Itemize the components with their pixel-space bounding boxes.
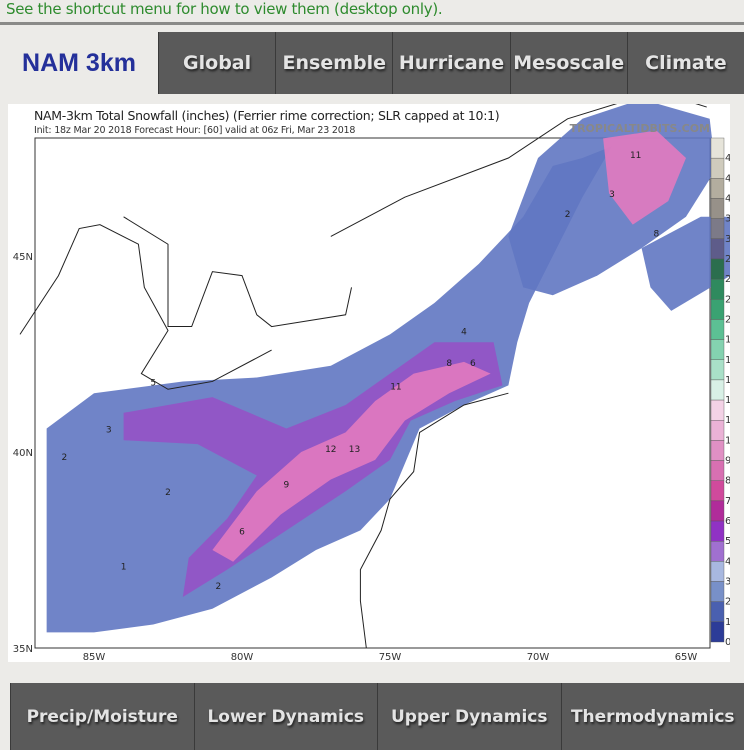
tab-ensemble[interactable]: Ensemble [275, 32, 393, 94]
snowfall-value-label: 13 [349, 445, 360, 455]
snowfall-value-label: 4 [461, 327, 467, 337]
colorbar-label: 22 [725, 294, 730, 305]
colorbar-label: 9 [725, 456, 730, 467]
tab-lower-dynamics[interactable]: Lower Dynamics [193, 683, 377, 750]
colorbar-swatch [710, 601, 725, 623]
snowfall-value-label: 8 [446, 359, 452, 369]
map-subtitle: Init: 18z Mar 20 2018 Forecast Hour: [60… [34, 125, 356, 136]
colorbar-swatch [710, 238, 725, 260]
tab-climate[interactable]: Climate [626, 32, 744, 94]
tab-hurricane[interactable]: Hurricane [392, 32, 510, 94]
tab-thermodynamics[interactable]: Thermodynamics [560, 683, 744, 750]
colorbar-label: 11 [725, 415, 730, 426]
top-tabs: Global Ensemble Hurricane Mesoscale Clim… [158, 32, 744, 94]
tab-global[interactable]: Global [158, 32, 276, 94]
colorbar-swatch [710, 178, 725, 199]
colorbar-label: 3 [725, 577, 730, 588]
snowfall-value-label: 3 [609, 190, 615, 200]
colorbar-label: 20 [725, 314, 730, 325]
snowfall-value-label: 11 [390, 382, 401, 392]
colorbar-swatch [710, 440, 725, 461]
colorbar-label: 36 [725, 214, 730, 225]
snowfall-value-label: 5 [150, 378, 156, 388]
bottom-tabs: Precip/Moisture Lower Dynamics Upper Dyn… [10, 683, 744, 750]
colorbar-label: 1 [725, 617, 730, 628]
snowfall-value-label: 3 [106, 425, 112, 435]
lat-tick-label: 45N [13, 252, 33, 263]
map-panel: 13 12 11 11 8 6 6 9 5 3 2 2 8 3 2 4 2 1 85W 80W 75W 70W 65W 45N… [8, 104, 730, 662]
colorbar-swatch [710, 198, 725, 219]
snowfall-value-label: 2 [215, 582, 221, 592]
colorbar-swatch [710, 420, 725, 441]
colorbar-label: 8 [725, 476, 730, 487]
colorbar-label: 5 [725, 536, 730, 547]
colorbar-label: 6 [725, 516, 730, 527]
lon-tick-label: 80W [231, 652, 254, 662]
snowfall-value-label: 6 [470, 359, 476, 369]
colorbar-label: 16 [725, 355, 730, 366]
snowfall-value-label: 1 [121, 563, 127, 573]
colorbar-swatch [710, 359, 725, 381]
shortcut-hint: See the shortcut menu for how to view th… [6, 0, 443, 18]
colorbar-swatch [710, 319, 725, 340]
colorbar-swatch [710, 218, 725, 239]
colorbar-swatch [710, 399, 725, 421]
colorbar-swatch [710, 460, 725, 481]
colorbar-swatch [710, 299, 725, 320]
colorbar-label: 14 [725, 375, 730, 386]
lon-tick-label: 85W [83, 652, 106, 662]
divider [0, 22, 744, 25]
colorbar-label: 10 [725, 435, 730, 446]
colorbar-swatch [710, 157, 725, 179]
lon-tick-label: 70W [527, 652, 550, 662]
lon-tick-label: 65W [675, 652, 698, 662]
lat-tick-label: 35N [13, 644, 33, 655]
snowfall-value-label: 8 [654, 229, 660, 239]
colorbar-swatch [710, 621, 725, 643]
colorbar-label: 44 [725, 173, 730, 184]
colorbar-label: 40 [725, 193, 730, 204]
lat-tick-label: 40N [13, 448, 33, 459]
tab-precip-moisture[interactable]: Precip/Moisture [10, 683, 194, 750]
snowfall-value-label: 2 [165, 488, 171, 498]
brand-watermark: TROPICALTIDBITS.COM [569, 122, 710, 135]
colorbar-label: 28 [725, 254, 730, 265]
snowfall-value-label: 9 [284, 480, 290, 490]
colorbar-swatch [710, 561, 725, 582]
colorbar-label: 7 [725, 496, 730, 507]
colorbar-label: 2 [725, 597, 730, 608]
snowfall-value-label: 2 [565, 210, 571, 220]
snowfall-value-label: 11 [630, 151, 641, 161]
colorbar-swatch [710, 520, 725, 542]
colorbar-label: 0.1 [725, 637, 730, 648]
colorbar-label: 24 [725, 274, 730, 285]
map-title: NAM-3km Total Snowfall (inches) (Ferrier… [34, 108, 500, 123]
snowfall-map[interactable]: 131211118 669532283242185W 80W 75W 70W 65W45N… [8, 104, 730, 662]
colorbar-swatch [710, 581, 725, 602]
tab-mesoscale[interactable]: Mesoscale [509, 32, 627, 94]
colorbar-swatch [710, 379, 725, 401]
colorbar-swatch [710, 480, 725, 502]
colorbar-swatch [710, 258, 725, 280]
snowfall-value-label: 12 [325, 445, 336, 455]
colorbar-swatch [710, 339, 725, 360]
colorbar-swatch [710, 500, 725, 522]
tab-upper-dynamics[interactable]: Upper Dynamics [377, 683, 561, 750]
colorbar-swatch [710, 541, 725, 562]
colorbar-label: 18 [725, 335, 730, 346]
colorbar-label: 12 [725, 395, 730, 406]
snowfall-value-label: 6 [239, 527, 245, 537]
colorbar-label: 32 [725, 234, 730, 245]
model-title[interactable]: NAM 3km [0, 32, 158, 94]
colorbar-label: 4 [725, 556, 730, 567]
colorbar-label: 48 [725, 153, 730, 164]
colorbar-swatch [710, 278, 725, 300]
snowfall-value-label: 2 [62, 453, 68, 463]
colorbar-swatch [710, 137, 725, 159]
lon-tick-label: 75W [379, 652, 402, 662]
